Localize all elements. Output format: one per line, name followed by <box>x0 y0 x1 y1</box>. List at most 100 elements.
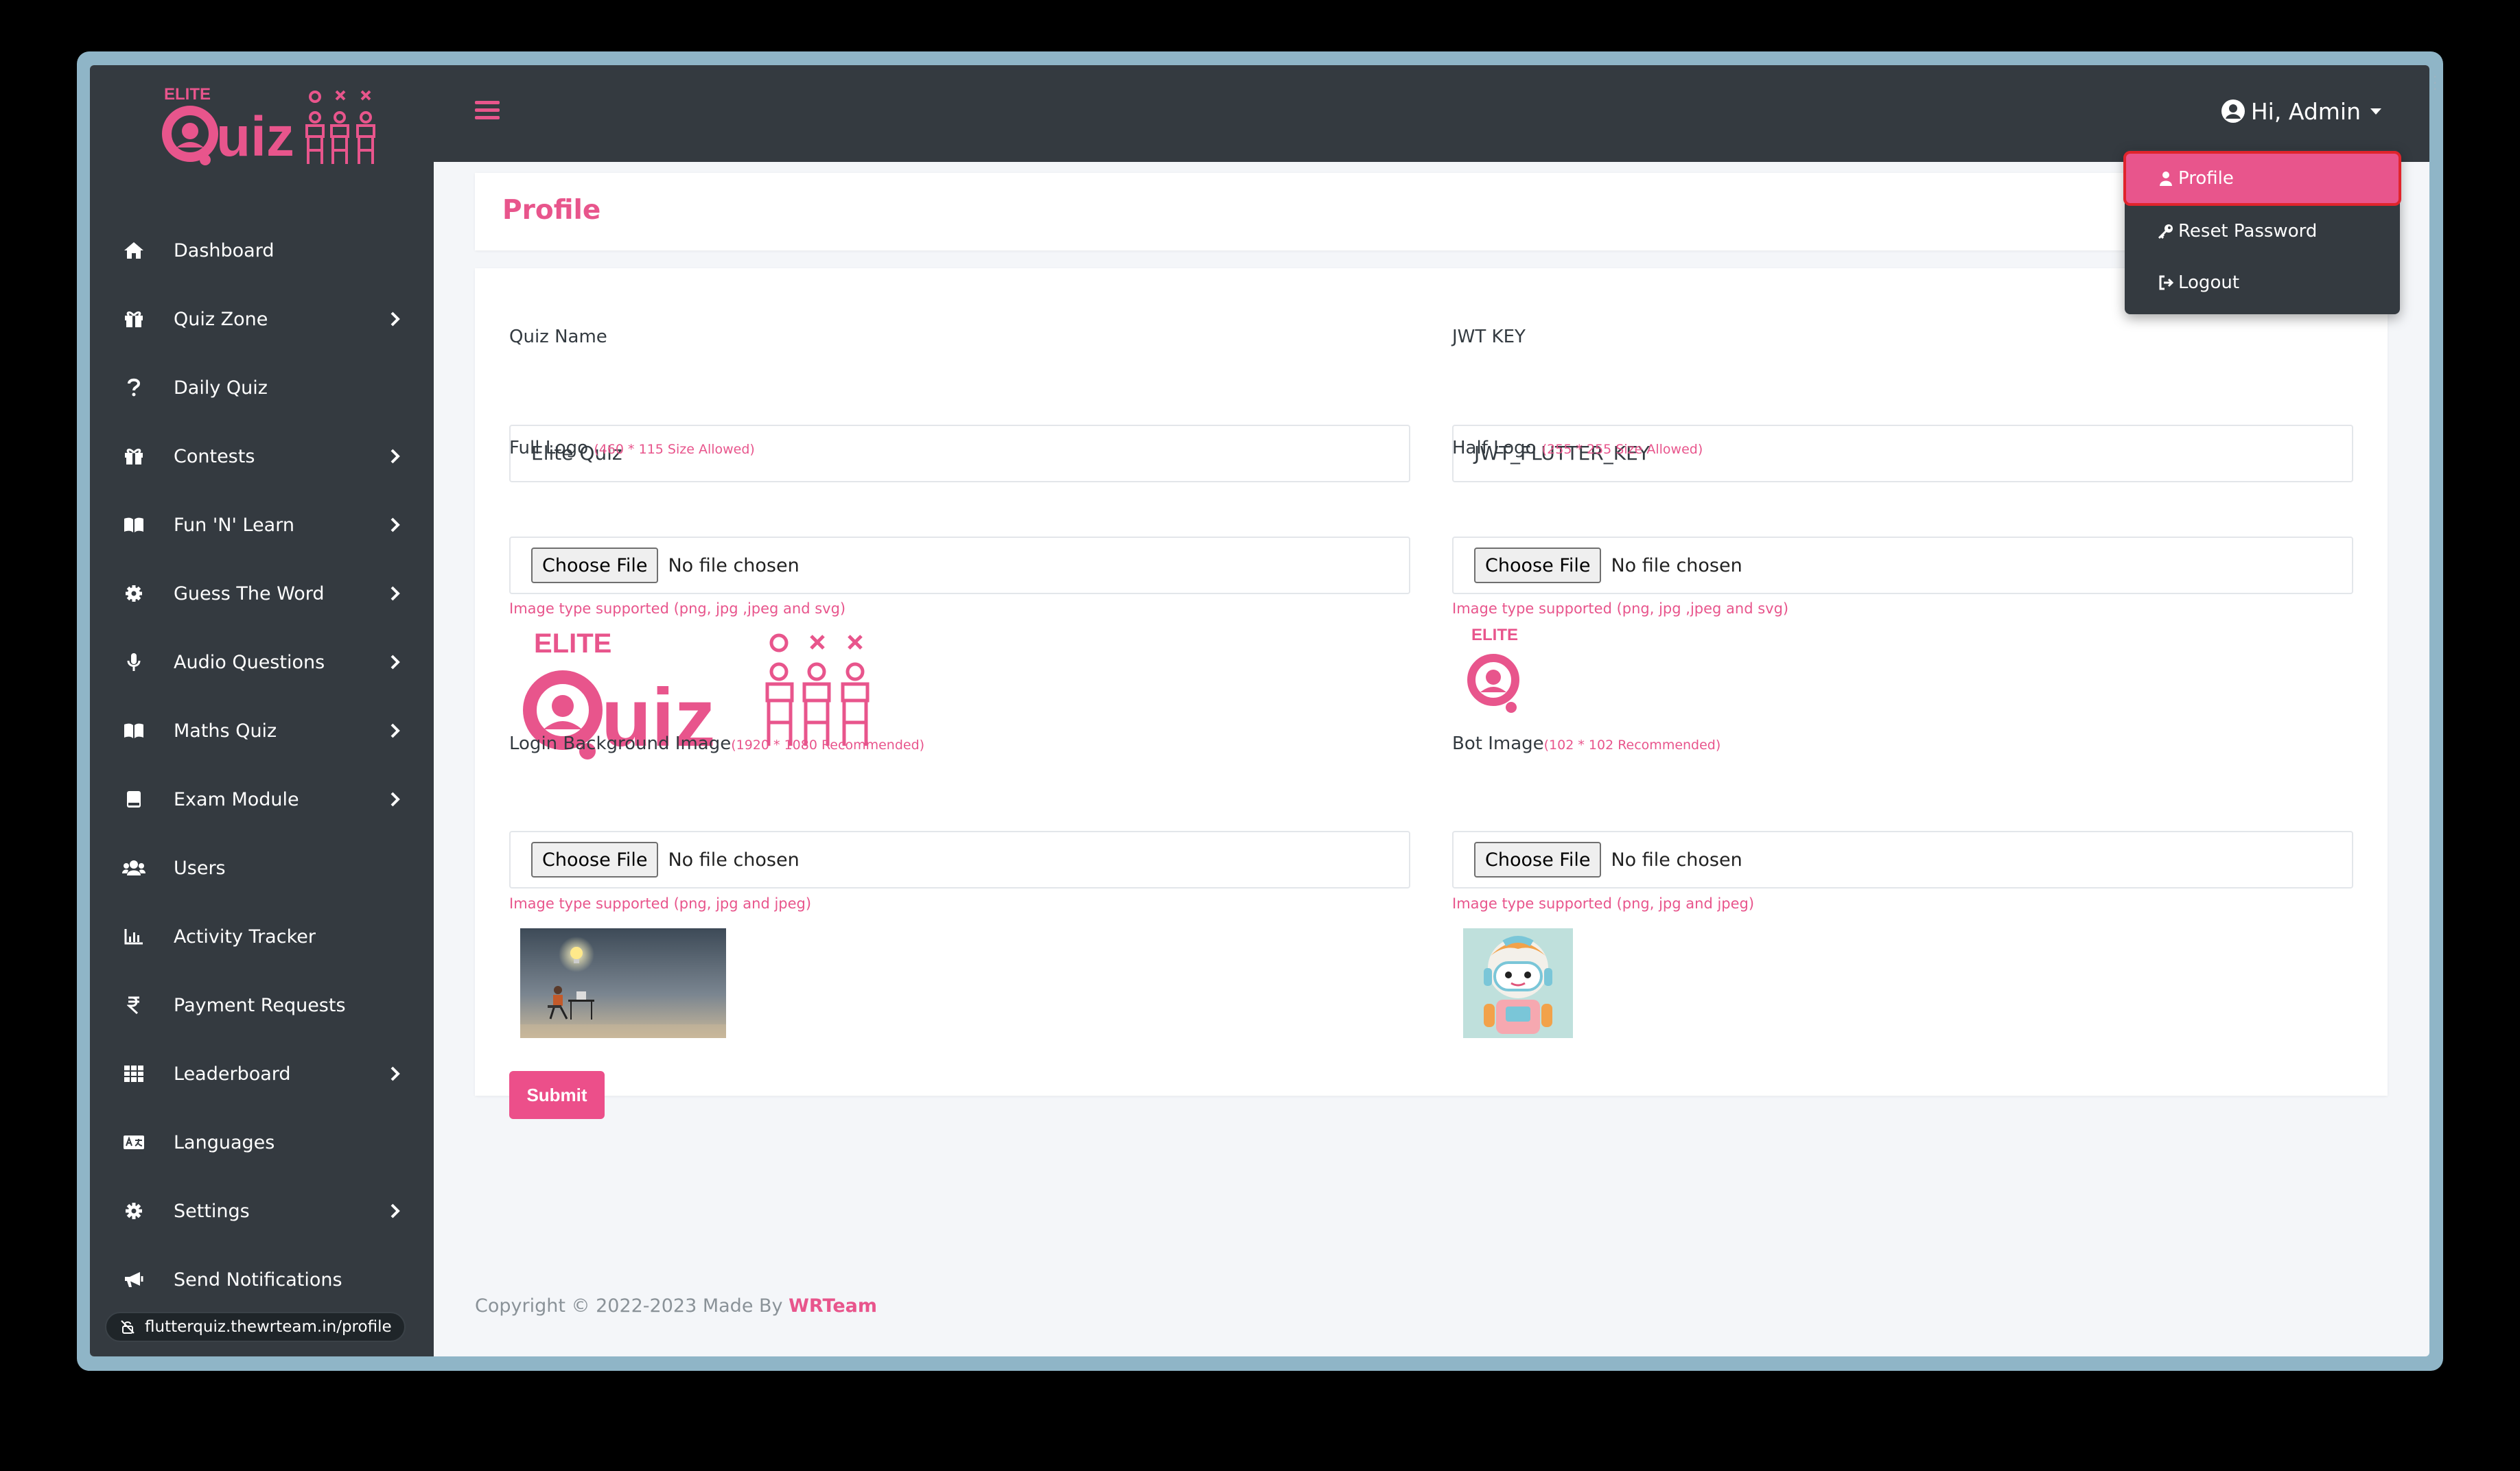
dropdown-item-logout[interactable]: Logout <box>2125 257 2400 308</box>
full-logo-hint: (460 * 115 Size Allowed) <box>594 442 755 457</box>
bot-image-file-status: No file chosen <box>1611 849 1742 871</box>
login-bg-type-note: Image type supported (png, jpg and jpeg) <box>509 895 812 912</box>
sidebar-item-fun-n-learn[interactable]: Fun 'N' Learn <box>90 491 434 559</box>
profile-form: Quiz Name Elite Quiz JWT KEY JWT_FLUTTER… <box>475 268 2388 1119</box>
sidebar-item-label: Users <box>174 857 226 879</box>
sidebar-item-label: Leaderboard <box>174 1063 291 1085</box>
footer-copyright: Copyright © 2022-2023 Made By <box>475 1295 783 1317</box>
chevron-right-icon <box>390 655 400 670</box>
sidebar-item-users[interactable]: Users <box>90 834 434 902</box>
grid-icon <box>120 1060 148 1087</box>
sidebar-item-contests[interactable]: Contests <box>90 422 434 491</box>
sidebar-item-label: Guess The Word <box>174 582 325 604</box>
logout-icon <box>2159 275 2174 290</box>
sidebar-item-payment-requests[interactable]: Payment Requests <box>90 971 434 1039</box>
login-bg-file-input[interactable]: Choose File No file chosen <box>509 831 1410 889</box>
sidebar-item-quiz-zone[interactable]: Quiz Zone <box>90 285 434 353</box>
user-greeting: Hi, Admin <box>2250 97 2361 125</box>
page-header: Profile <box>475 173 2383 250</box>
gear-icon <box>120 1197 148 1225</box>
sidebar-item-label: Audio Questions <box>174 651 325 673</box>
submit-button[interactable]: Submit <box>509 1071 605 1119</box>
users-icon <box>120 854 148 882</box>
user-dropdown-menu: Profile Reset Password Logout <box>2123 150 2401 314</box>
full-logo-file-status: No file chosen <box>668 554 800 576</box>
sidebar-item-label: Activity Tracker <box>174 926 316 948</box>
dropdown-item-label: Logout <box>2178 272 2240 293</box>
sidebar-item-label: Quiz Zone <box>174 308 268 330</box>
svg-text:ELITE: ELITE <box>1471 626 1518 644</box>
half-logo-type-note: Image type supported (png, jpg ,jpeg and… <box>1452 600 1789 617</box>
chevron-right-icon <box>390 723 400 738</box>
hamburger-menu-icon[interactable] <box>475 101 500 121</box>
sidebar-item-label: Languages <box>174 1131 275 1153</box>
svg-text:uiz: uiz <box>216 106 294 168</box>
login-bg-preview <box>520 928 726 1038</box>
app-window: ELITE uiz Dashboard Quiz Zone Daily Quiz… <box>90 65 2429 1356</box>
sidebar-item-label: Exam Module <box>174 788 299 810</box>
language-icon <box>120 1129 148 1156</box>
footer: Copyright © 2022-2023 Made By WRTeam <box>475 1295 877 1317</box>
svg-text:ELITE: ELITE <box>164 85 211 104</box>
half-logo-label: Half Logo (255 * 255 Size Allowed) <box>1452 438 1703 458</box>
user-circle-icon <box>2221 99 2245 123</box>
footer-brand-link[interactable]: WRTeam <box>789 1295 877 1317</box>
bot-image-type-note: Image type supported (png, jpg and jpeg) <box>1452 895 1755 912</box>
quiz-name-label: Quiz Name <box>509 327 607 347</box>
bot-image-hint: (102 * 102 Recommended) <box>1543 738 1721 753</box>
sidebar-item-label: Fun 'N' Learn <box>174 514 294 536</box>
sidebar-item-label: Send Notifications <box>174 1269 342 1291</box>
bot-image-choose-file-button[interactable]: Choose File <box>1474 842 1602 878</box>
status-url-text: flutterquiz.thewrteam.in/profile <box>145 1318 392 1336</box>
microphone-icon <box>120 648 148 676</box>
sidebar-item-maths-quiz[interactable]: Maths Quiz <box>90 696 434 765</box>
sidebar-item-languages[interactable]: Languages <box>90 1108 434 1177</box>
sidebar-item-exam-module[interactable]: Exam Module <box>90 765 434 834</box>
user-menu-toggle[interactable]: Hi, Admin <box>2221 94 2381 128</box>
chevron-right-icon <box>390 517 400 532</box>
half-logo-choose-file-button[interactable]: Choose File <box>1474 548 1602 583</box>
question-icon <box>120 374 148 401</box>
dropdown-item-profile[interactable]: Profile <box>2123 151 2401 206</box>
login-bg-choose-file-button[interactable]: Choose File <box>531 842 659 878</box>
svg-text:ELITE: ELITE <box>534 628 611 659</box>
sidebar-item-daily-quiz[interactable]: Daily Quiz <box>90 353 434 422</box>
sidebar: ELITE uiz Dashboard Quiz Zone Daily Quiz… <box>90 65 434 1356</box>
half-logo-preview: ELITE <box>1463 622 1539 718</box>
megaphone-icon <box>120 1266 148 1293</box>
chevron-right-icon <box>390 449 400 464</box>
full-logo-file-input[interactable]: Choose File No file chosen <box>509 537 1410 594</box>
jwt-key-label: JWT KEY <box>1452 327 1526 347</box>
sidebar-item-send-notifications[interactable]: Send Notifications <box>90 1245 434 1314</box>
sidebar-item-label: Contests <box>174 445 255 467</box>
sidebar-item-activity-tracker[interactable]: Activity Tracker <box>90 902 434 971</box>
chevron-right-icon <box>390 792 400 807</box>
home-icon <box>120 237 148 264</box>
sidebar-item-settings[interactable]: Settings <box>90 1177 434 1245</box>
bot-image-file-input[interactable]: Choose File No file chosen <box>1452 831 2353 889</box>
full-logo-choose-file-button[interactable]: Choose File <box>531 548 659 583</box>
sidebar-item-label: Daily Quiz <box>174 377 268 399</box>
chevron-right-icon <box>390 1066 400 1081</box>
half-logo-file-input[interactable]: Choose File No file chosen <box>1452 537 2353 594</box>
app-logo[interactable]: ELITE uiz <box>156 79 389 168</box>
key-icon <box>2158 224 2173 239</box>
sidebar-item-label: Dashboard <box>174 239 275 261</box>
topbar: Hi, Admin <box>434 65 2429 162</box>
chart-icon <box>120 923 148 950</box>
sidebar-item-leaderboard[interactable]: Leaderboard <box>90 1039 434 1108</box>
dropdown-item-reset-password[interactable]: Reset Password <box>2125 205 2400 257</box>
book-icon <box>120 717 148 744</box>
sidebar-nav: Dashboard Quiz Zone Daily Quiz Contests … <box>90 216 434 1314</box>
half-logo-hint: (255 * 255 Size Allowed) <box>1541 442 1703 457</box>
sidebar-item-guess-the-word[interactable]: Guess The Word <box>90 559 434 628</box>
dropdown-item-label: Profile <box>2178 168 2234 189</box>
sidebar-item-audio-questions[interactable]: Audio Questions <box>90 628 434 696</box>
gift-icon <box>120 443 148 470</box>
sidebar-item-dashboard[interactable]: Dashboard <box>90 216 434 285</box>
resize-handle[interactable]: · · · <box>2433 70 2438 96</box>
sidebar-item-label: Payment Requests <box>174 994 346 1016</box>
dropdown-item-label: Reset Password <box>2178 220 2318 242</box>
login-bg-hint: (1920 * 1080 Recommended) <box>731 738 925 753</box>
chevron-right-icon <box>390 1203 400 1219</box>
